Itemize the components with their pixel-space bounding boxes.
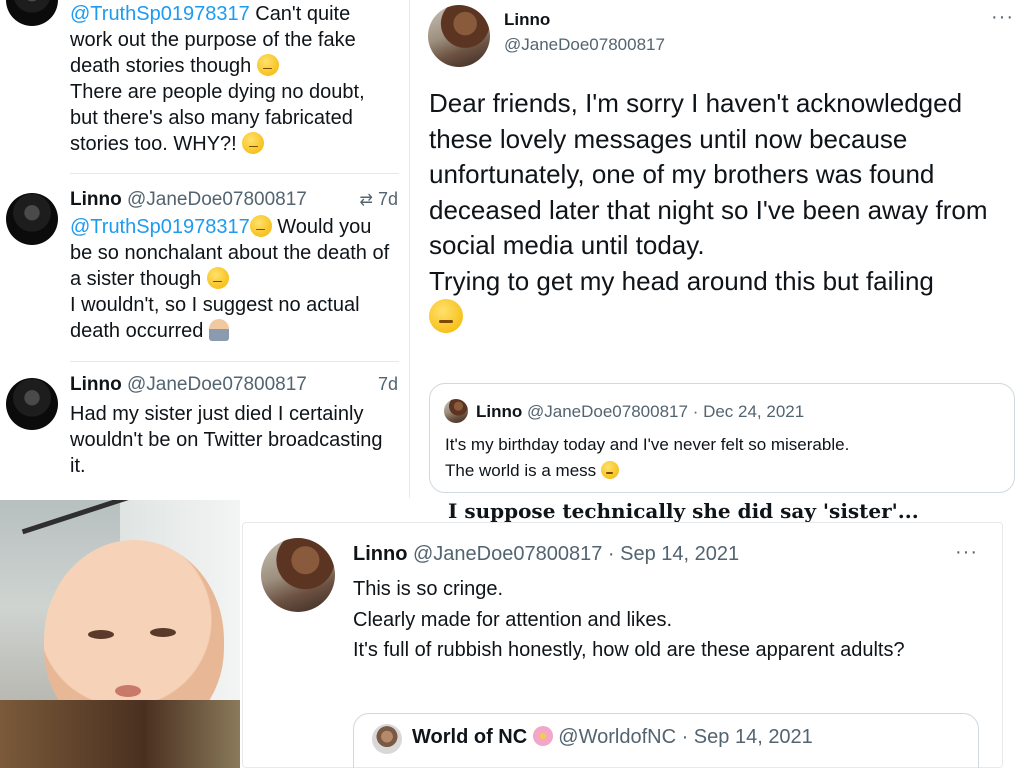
author-name[interactable]: Linno xyxy=(70,189,122,210)
more-options-button[interactable]: ··· xyxy=(991,6,1014,29)
quoted-tweet[interactable]: Linno @JaneDoe07800817 · Dec 24, 2021 It… xyxy=(429,383,1015,493)
author-name[interactable]: Linno xyxy=(70,374,122,395)
tweet-date[interactable]: · Sep 14, 2021 xyxy=(608,543,739,565)
shrug-emoji-icon xyxy=(208,319,229,341)
tweet-2-text: @TruthSp01978317 Would you be so nonchal… xyxy=(70,215,390,342)
tweet-text: Dear friends, I'm sorry I haven't acknow… xyxy=(429,86,1021,337)
tweet-header: Linno @JaneDoe07800817 xyxy=(70,374,307,396)
quoted-tweet[interactable]: World of NC @WorldofNC · Sep 14, 2021 xyxy=(353,713,979,768)
quoted-tweet-header: Linno @JaneDoe07800817 · Dec 24, 2021 xyxy=(476,402,804,422)
tweet-time: ⇄ 7d xyxy=(359,189,398,209)
tweet-1-text: @TruthSp01978317 Can't quite work out th… xyxy=(70,3,365,155)
avatar[interactable] xyxy=(6,378,58,430)
divider xyxy=(70,173,399,174)
skeptical-baby-meme-image xyxy=(0,500,240,768)
tweet-2[interactable]: Linno @JaneDoe07800817 ⇄ 7d @TruthSp0197… xyxy=(0,189,410,359)
monocle-emoji-icon xyxy=(242,132,265,154)
avatar[interactable] xyxy=(6,193,58,245)
divider xyxy=(70,361,399,362)
mention-link[interactable]: @TruthSp01978317 xyxy=(70,3,250,25)
tweet-time: 7d xyxy=(377,374,398,394)
main-tweet-card[interactable]: Linno @JaneDoe07800817 ··· Dear friends,… xyxy=(412,0,1024,498)
author-name: Linno xyxy=(476,402,523,421)
mention-link[interactable]: @TruthSp01978317 xyxy=(70,216,250,238)
quoted-tweet-text: It's my birthday today and I've never fe… xyxy=(445,435,850,480)
tweet-text: This is so cringe. Clearly made for atte… xyxy=(353,578,905,661)
tweet-date: · Dec 24, 2021 xyxy=(692,402,805,421)
author-handle[interactable]: @JaneDoe07800817 xyxy=(127,374,307,395)
avatar[interactable] xyxy=(428,5,490,67)
tweet-header: Linno @JaneDoe07800817 · Sep 14, 2021 xyxy=(353,543,739,566)
avatar xyxy=(444,399,468,423)
author-handle[interactable]: @JaneDoe07800817 xyxy=(504,35,665,55)
meme-caption: I suppose technically she did say 'siste… xyxy=(448,499,919,523)
thinking-emoji-icon xyxy=(206,267,229,289)
bottom-tweet-card[interactable]: Linno @JaneDoe07800817 · Sep 14, 2021 ··… xyxy=(242,522,1003,768)
author-name: World of NC xyxy=(412,726,528,748)
avatar[interactable] xyxy=(261,538,335,612)
quoted-tweet-header: World of NC @WorldofNC · Sep 14, 2021 xyxy=(412,726,813,749)
author-handle[interactable]: @JaneDoe07800817 xyxy=(127,189,307,210)
avatar[interactable] xyxy=(6,0,58,26)
author-handle: @JaneDoe07800817 xyxy=(527,402,688,421)
grinning-squint-emoji-icon xyxy=(249,215,272,237)
author-handle: @WorldofNC xyxy=(558,726,677,748)
crying-emoji-icon xyxy=(429,299,463,333)
author-handle[interactable]: @JaneDoe07800817 xyxy=(413,543,602,565)
author-name[interactable]: Linno xyxy=(353,543,407,565)
more-options-button[interactable]: ··· xyxy=(955,541,978,564)
cherry-blossom-emoji-icon xyxy=(532,726,553,746)
avatar xyxy=(372,724,402,754)
tweet-date: · Sep 14, 2021 xyxy=(681,726,813,748)
thinking-emoji-icon xyxy=(256,54,279,76)
thread-icon: ⇄ xyxy=(359,192,373,209)
left-reply-thread: @TruthSp01978317 Can't quite work out th… xyxy=(0,0,410,498)
tweet-3[interactable]: Linno @JaneDoe07800817 7d Had my sister … xyxy=(0,374,410,484)
tweet-3-text: Had my sister just died I certainly woul… xyxy=(70,403,383,477)
relieved-emoji-icon xyxy=(600,461,619,479)
tweet-header: Linno @JaneDoe07800817 xyxy=(70,189,307,211)
author-name[interactable]: Linno xyxy=(504,10,550,30)
